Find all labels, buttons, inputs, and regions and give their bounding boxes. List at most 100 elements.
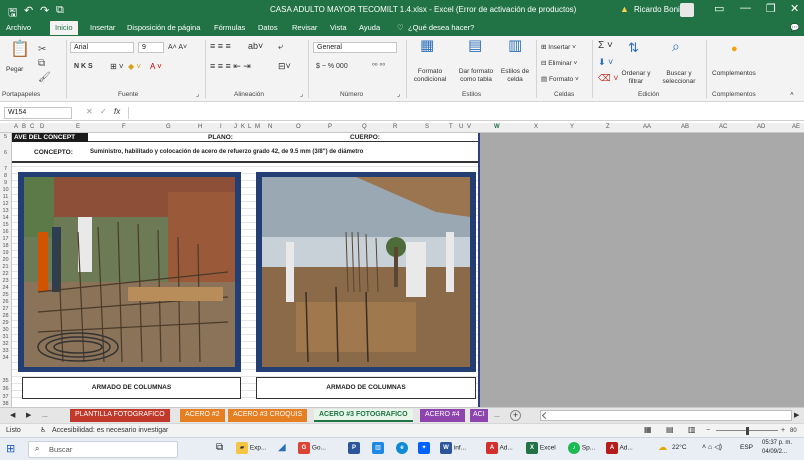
taskbar-tool-icon[interactable]: ◢ [278,442,286,457]
scroll-left-icon[interactable] [541,411,550,420]
tell-me-search[interactable]: ¿Qué desea hacer? [408,23,474,32]
col-r[interactable]: R [393,124,397,130]
row-26[interactable]: 26 [0,299,11,306]
row-7[interactable]: 7 [0,166,11,173]
close-icon[interactable]: ✕ [790,2,799,15]
clock-date[interactable]: 04/09/2... [762,449,787,460]
taskbar-search[interactable]: ⌕ Buscar [28,441,178,458]
accessibility-icon[interactable]: ♿ [40,427,46,435]
row-24[interactable]: 24 [0,285,11,292]
taskbar-dropbox[interactable]: ✦ [418,442,430,457]
grow-shrink-font-icon[interactable]: A˄ A˅ [168,44,187,52]
col-aa[interactable]: AA [643,124,651,130]
quick-access-icon[interactable]: ⧉ [56,4,64,17]
row-35[interactable]: 35 [0,378,11,385]
row-34[interactable]: 34 [0,355,11,362]
next-sheet-icon[interactable]: ▶ [26,412,31,420]
cell-styles-icon[interactable]: ▥ [508,38,522,53]
tab-datos[interactable]: Datos [258,23,278,32]
col-b[interactable]: B [22,124,26,130]
row-11[interactable]: 11 [0,194,11,201]
col-f[interactable]: F [122,124,126,130]
bold-italic-underline[interactable]: N K S [74,63,93,71]
col-t[interactable]: T [449,124,453,130]
fill-color-icon[interactable]: ◆ ˅ [128,63,141,71]
system-tray-icons[interactable]: ˄ ⌂ ◁) [702,443,722,458]
col-y[interactable]: Y [570,124,574,130]
windows-start-icon[interactable]: ⊞ [6,442,15,457]
col-v[interactable]: V [467,124,471,130]
borders-icon[interactable]: ⊞ ˅ [110,63,124,71]
row-33[interactable]: 33 [0,348,11,355]
row-20[interactable]: 20 [0,257,11,264]
row-17[interactable]: 17 [0,236,11,243]
collapse-ribbon-icon[interactable]: ˄ [790,91,794,99]
add-sheet-button[interactable]: + [510,410,521,421]
sort-filter-button[interactable]: Ordenar y filtrar [620,70,652,86]
col-g[interactable]: G [166,124,171,130]
language-indicator[interactable]: ESP [740,444,753,459]
col-w[interactable]: W [494,124,500,130]
number-format-select[interactable]: General [313,42,397,53]
minimize-icon[interactable]: — [740,2,751,14]
restore-icon[interactable]: ❐ [766,2,776,15]
row-10[interactable]: 10 [0,187,11,194]
tab-insertar[interactable]: Insertar [90,23,115,32]
weather-temp[interactable]: 22°C [672,444,687,459]
row-9[interactable]: 9 [0,180,11,187]
cancel-entry-icon[interactable]: ✕ [86,108,93,116]
copy-icon[interactable]: ⧉ [38,58,45,69]
row-25[interactable]: 25 [0,292,11,299]
sort-filter-icon[interactable]: ⇅ [628,41,639,54]
format-painter-icon[interactable]: 🖌 [38,72,51,83]
col-j[interactable]: J [234,124,237,130]
clear-icon[interactable]: ⌫ ˅ [598,74,618,83]
rebar-photo-left[interactable] [18,172,241,372]
row-23[interactable]: 23 [0,278,11,285]
col-h[interactable]: H [198,124,202,130]
format-cells-button[interactable]: ▤ Formato ˅ [541,76,579,84]
sheet-tab-acero-3-croquis[interactable]: ACERO #3 CROQUIS [228,409,308,422]
row-13[interactable]: 13 [0,208,11,215]
row-21[interactable]: 21 [0,264,11,271]
sheet-ellipsis-right[interactable]: ... [494,412,500,420]
font-dialog-icon[interactable]: ⌟ [196,91,199,99]
tab-inicio[interactable]: Inicio [50,21,78,35]
row-12[interactable]: 12 [0,201,11,208]
formula-input[interactable] [128,107,800,119]
row-6[interactable]: 6 [0,150,11,157]
task-view-icon[interactable]: ⧉ [216,442,223,457]
col-m[interactable]: M [255,124,260,130]
col-d[interactable]: D [40,124,44,130]
orientation-icon[interactable]: ab˅ [248,42,263,51]
taskbar-acrobat-1[interactable]: A Ad... [486,442,513,457]
currency-percent-buttons[interactable]: $ ~ % 000 [316,63,348,71]
cut-icon[interactable]: ✂ [38,44,46,55]
fill-icon[interactable]: ⬇ ˅ [598,58,613,67]
font-size-field[interactable]: 9 [138,42,164,53]
sheet-tab-acero-2[interactable]: ACERO #2 [180,409,225,422]
row-31[interactable]: 31 [0,334,11,341]
row-5[interactable]: 5 [0,134,11,141]
taskbar-chrome[interactable]: G Go... [298,442,326,457]
merge-center-icon[interactable]: ⊟˅ [278,62,291,71]
sheet-ellipsis-left[interactable]: ... [42,412,48,420]
row-32[interactable]: 32 [0,341,11,348]
col-l[interactable]: L [248,124,251,130]
conditional-format-icon[interactable]: ▦ [420,38,434,53]
col-s[interactable]: S [425,124,429,130]
row-14[interactable]: 14 [0,215,11,222]
paste-button[interactable]: Pegar [6,66,23,74]
normal-view-icon[interactable]: ▦ [644,426,652,434]
taskbar-acrobat-2[interactable]: A Ad... [606,442,633,457]
delete-cells-button[interactable]: ⊟ Eliminar ˅ [541,60,577,68]
col-ae[interactable]: AE [792,124,800,130]
col-x[interactable]: X [534,124,538,130]
avatar[interactable] [680,3,694,17]
taskbar-spotify[interactable]: ♪ Sp... [568,442,595,457]
row-19[interactable]: 19 [0,250,11,257]
taskbar-word[interactable]: W inf... [440,442,466,457]
col-z[interactable]: Z [606,124,610,130]
redo-icon[interactable]: ↷ [40,4,49,17]
tab-formulas[interactable]: Fórmulas [214,23,245,32]
